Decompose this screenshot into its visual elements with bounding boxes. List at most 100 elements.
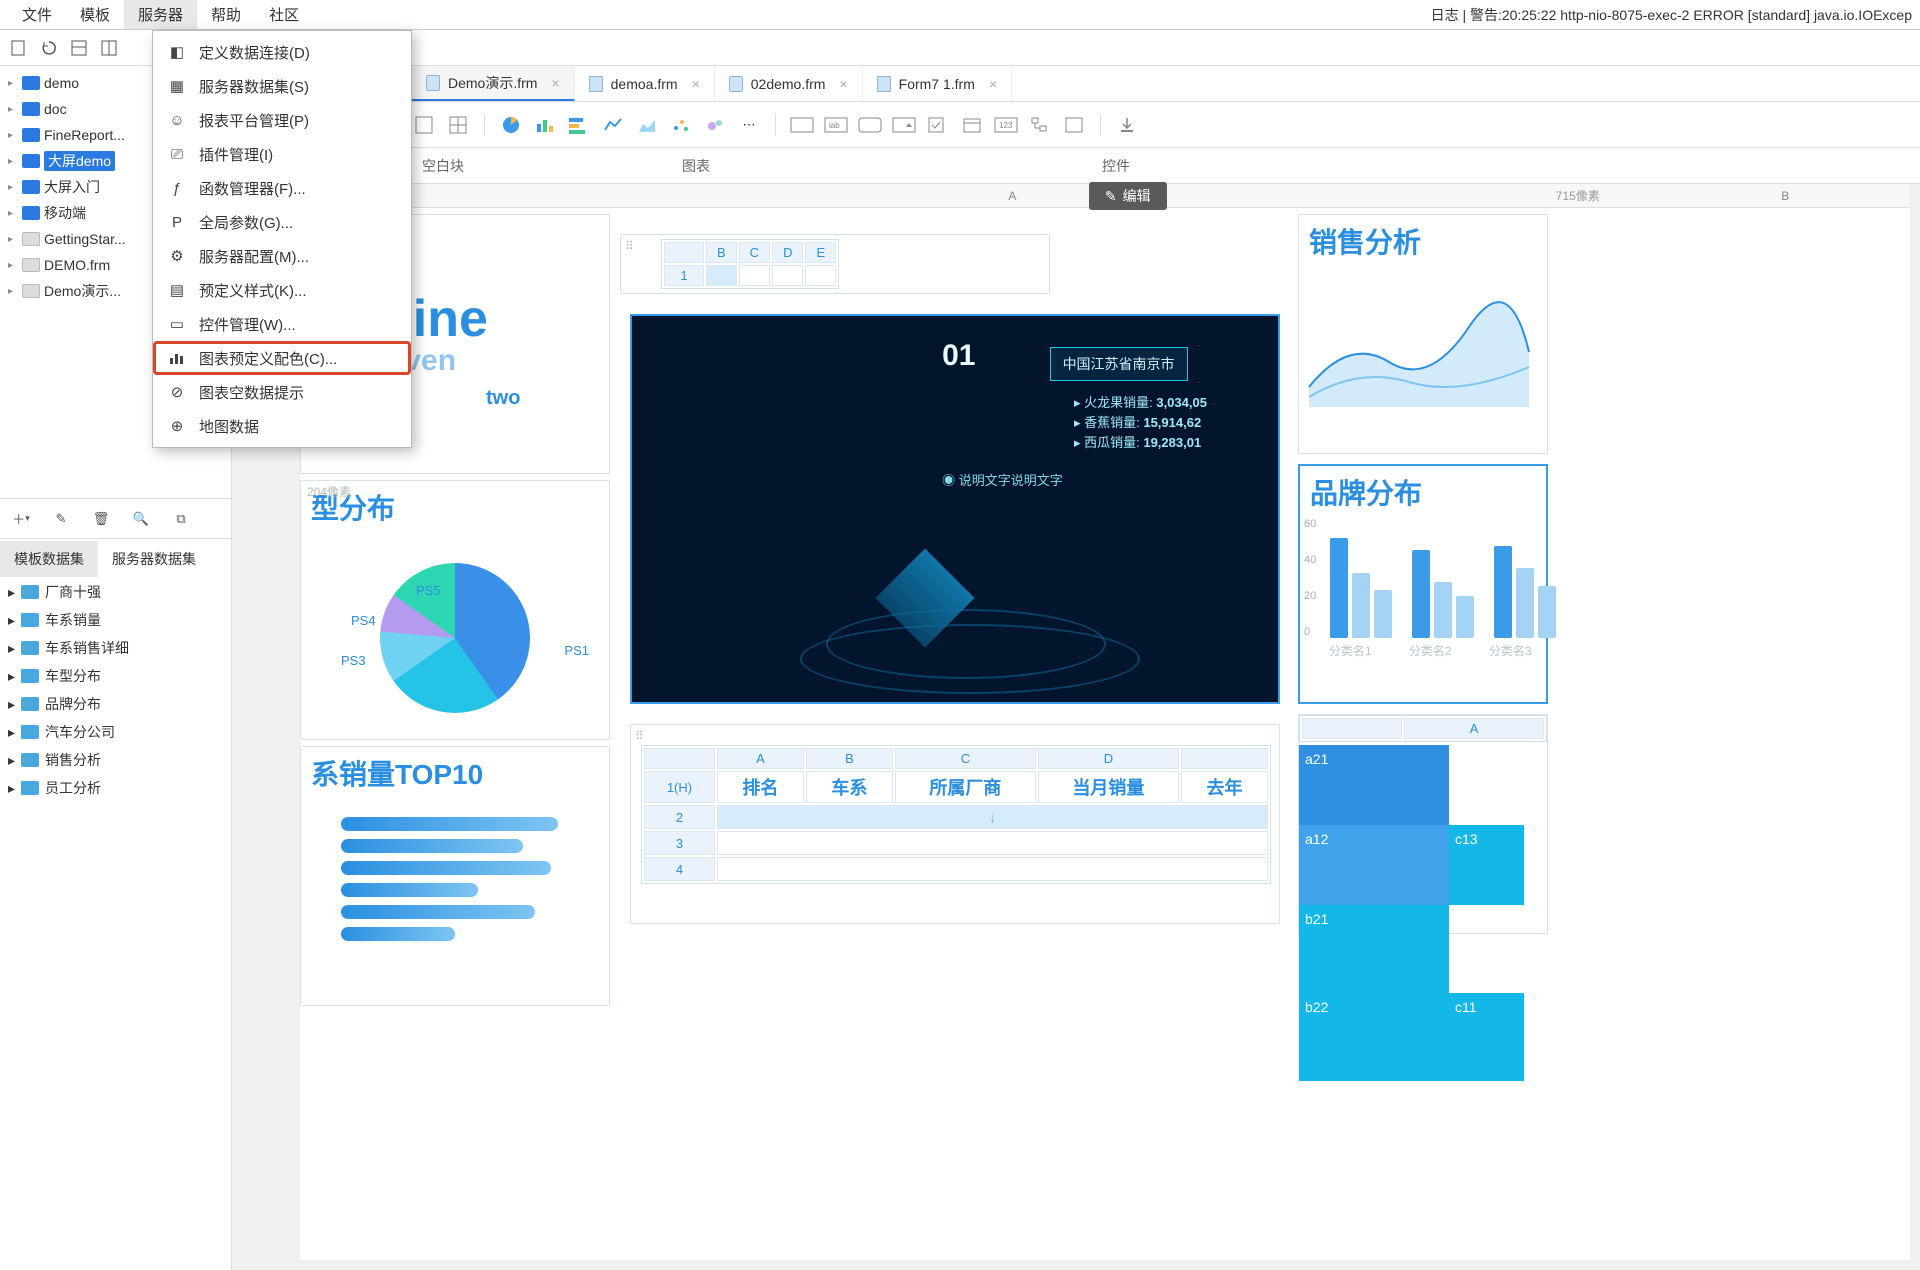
- dataset-item[interactable]: ▸厂商十强: [0, 578, 231, 606]
- dataset-item[interactable]: ▸销售分析: [0, 746, 231, 774]
- combo-widget-icon[interactable]: [892, 113, 916, 137]
- mini-table[interactable]: BCDE 1: [661, 239, 839, 289]
- panel-datatable[interactable]: ⠿ A B C D 1(H) 排名 车系 所属厂商 当月销量 去年 2↓ 3 4: [630, 724, 1280, 924]
- dd-chart-color-scheme[interactable]: 图表预定义配色(C)...: [153, 341, 411, 375]
- ruler-pixels: 715像素: [1556, 187, 1600, 204]
- number-widget-icon[interactable]: 123: [994, 113, 1018, 137]
- refresh-icon[interactable]: [38, 37, 60, 59]
- file-tab[interactable]: demoa.frm×: [575, 66, 715, 101]
- close-icon[interactable]: ×: [989, 76, 997, 92]
- close-icon[interactable]: ×: [839, 76, 847, 92]
- dataset-item[interactable]: ▸车系销量: [0, 606, 231, 634]
- file-tab[interactable]: 02demo.frm×: [715, 66, 863, 101]
- dataset-label: 品牌分布: [45, 694, 101, 714]
- dd-global-param[interactable]: P全局参数(G)...: [153, 205, 411, 239]
- panel-treemap[interactable]: A a21a12c13b21b22c11: [1298, 714, 1548, 934]
- hbar: [341, 905, 535, 919]
- menu-help[interactable]: 帮助: [197, 0, 255, 29]
- button-widget-icon[interactable]: [858, 113, 882, 137]
- panel-pie[interactable]: 204像素 型分布 PS1 PS2 PS3 PS4 PS5: [300, 480, 610, 740]
- dd-data-connection[interactable]: ◧定义数据连接(D): [153, 35, 411, 69]
- tab-server-ds[interactable]: 服务器数据集: [98, 541, 210, 577]
- dataset-item[interactable]: ▸汽车分公司: [0, 718, 231, 746]
- checkbox-widget-icon[interactable]: [926, 113, 950, 137]
- dd-platform-mgmt[interactable]: ☺报表平台管理(P): [153, 103, 411, 137]
- panel-minigrid[interactable]: ⠿ BCDE 1: [620, 234, 1050, 294]
- dataset-item[interactable]: ▸车型分布: [0, 662, 231, 690]
- dd-widget-mgmt[interactable]: ▭控件管理(W)...: [153, 307, 411, 341]
- design-canvas[interactable]: A 715像素 B ✎编辑 ⠿ P10 ninesevenonetwo ⠿ BC…: [300, 184, 1910, 1260]
- edit-button[interactable]: ✎编辑: [1089, 182, 1167, 210]
- dd-function-mgr[interactable]: ƒ函数管理器(F)...: [153, 171, 411, 205]
- date-widget-icon[interactable]: [960, 113, 984, 137]
- export-icon[interactable]: [1115, 113, 1139, 137]
- new-icon[interactable]: [8, 37, 30, 59]
- dd-predef-style[interactable]: ▤预定义样式(K)...: [153, 273, 411, 307]
- dd-label: 控件管理(W)...: [199, 314, 296, 335]
- bubble-icon[interactable]: [703, 113, 727, 137]
- chevron-right-icon: ▸: [8, 612, 15, 629]
- label-widget-icon[interactable]: lab: [824, 113, 848, 137]
- drag-handle-icon[interactable]: ⠿: [625, 239, 636, 253]
- more-chart-icon[interactable]: ⋯: [737, 113, 761, 137]
- dd-label: 地图数据: [199, 416, 259, 437]
- text-widget-icon[interactable]: [790, 113, 814, 137]
- dd-server-config[interactable]: ⚙服务器配置(M)...: [153, 239, 411, 273]
- panel-sales-analysis[interactable]: 销售分析: [1298, 214, 1548, 454]
- dataset-icon: [21, 725, 39, 739]
- scatter-icon[interactable]: [669, 113, 693, 137]
- dd-map-data[interactable]: ⊕地图数据: [153, 409, 411, 443]
- file-tab[interactable]: Form7 1.frm×: [863, 66, 1012, 101]
- layout1-icon[interactable]: [68, 37, 90, 59]
- grid-icon: ▦: [167, 77, 187, 95]
- dd-label: 图表预定义配色(C)...: [199, 348, 337, 369]
- dataset-tabs: 模板数据集 服务器数据集: [0, 538, 231, 578]
- delete-icon[interactable]: 🗑: [90, 508, 112, 530]
- dd-label: 全局参数(G)...: [199, 212, 293, 233]
- hbar-chart-icon[interactable]: [567, 113, 591, 137]
- add-icon[interactable]: ＋▾: [10, 508, 32, 530]
- dataset-item[interactable]: ▸品牌分布: [0, 690, 231, 718]
- grid-block-icon[interactable]: [446, 113, 470, 137]
- chart-icon: [167, 349, 187, 367]
- bar-chart-icon[interactable]: [533, 113, 557, 137]
- menu-server[interactable]: 服务器: [124, 0, 197, 29]
- dd-plugin-mgmt[interactable]: ⎚插件管理(I): [153, 137, 411, 171]
- menu-template[interactable]: 模板: [66, 0, 124, 29]
- file-tab[interactable]: Demo演示.frm×: [412, 66, 575, 101]
- iframe-widget-icon[interactable]: [1062, 113, 1086, 137]
- panel-brand-bars[interactable]: 品牌分布 60 40 20 0 分类名1 分类名2 分类名3: [1298, 464, 1548, 704]
- user-icon: ☺: [167, 111, 187, 129]
- preview-icon[interactable]: 🔍: [130, 508, 152, 530]
- close-icon[interactable]: ×: [692, 76, 700, 92]
- close-icon[interactable]: ×: [551, 75, 559, 91]
- metric-row: ▸ 香蕉销量: 15,914,62: [1074, 413, 1207, 433]
- file-icon: [22, 284, 40, 298]
- panel-hbar-top10[interactable]: 系销量TOP10: [300, 746, 610, 1006]
- line-chart-icon[interactable]: [601, 113, 625, 137]
- tree-label: doc: [44, 101, 67, 117]
- th: D: [772, 242, 803, 263]
- menu-community[interactable]: 社区: [255, 0, 313, 29]
- panel-title: 销售分析: [1299, 215, 1547, 267]
- dataset-icon: [21, 585, 39, 599]
- layout2-icon[interactable]: [98, 37, 120, 59]
- block-icon[interactable]: [412, 113, 436, 137]
- dataset-item[interactable]: ▸车系销售详细: [0, 634, 231, 662]
- menu-file[interactable]: 文件: [8, 0, 66, 29]
- dd-chart-empty-tip[interactable]: ⊘图表空数据提示: [153, 375, 411, 409]
- area-chart-icon[interactable]: [635, 113, 659, 137]
- drag-handle-icon[interactable]: ⠿: [635, 729, 646, 743]
- panel-dark-dashboard[interactable]: 01 中国江苏省南京市 ▸ 火龙果销量: 3,034,05▸ 香蕉销量: 15,…: [630, 314, 1280, 704]
- dd-server-dataset[interactable]: ▦服务器数据集(S): [153, 69, 411, 103]
- ytick: 20: [1304, 590, 1316, 602]
- chevron-right-icon: ▸: [8, 260, 18, 271]
- pie-chart-icon[interactable]: [499, 113, 523, 137]
- dataset-item[interactable]: ▸员工分析: [0, 774, 231, 802]
- data-table[interactable]: A B C D 1(H) 排名 车系 所属厂商 当月销量 去年 2↓ 3 4: [641, 745, 1271, 884]
- copy-icon[interactable]: ⧉: [170, 508, 192, 530]
- edit-icon[interactable]: ✎: [50, 508, 72, 530]
- tab-template-ds[interactable]: 模板数据集: [0, 541, 98, 577]
- folder-icon: [22, 206, 40, 220]
- tree-widget-icon[interactable]: [1028, 113, 1052, 137]
